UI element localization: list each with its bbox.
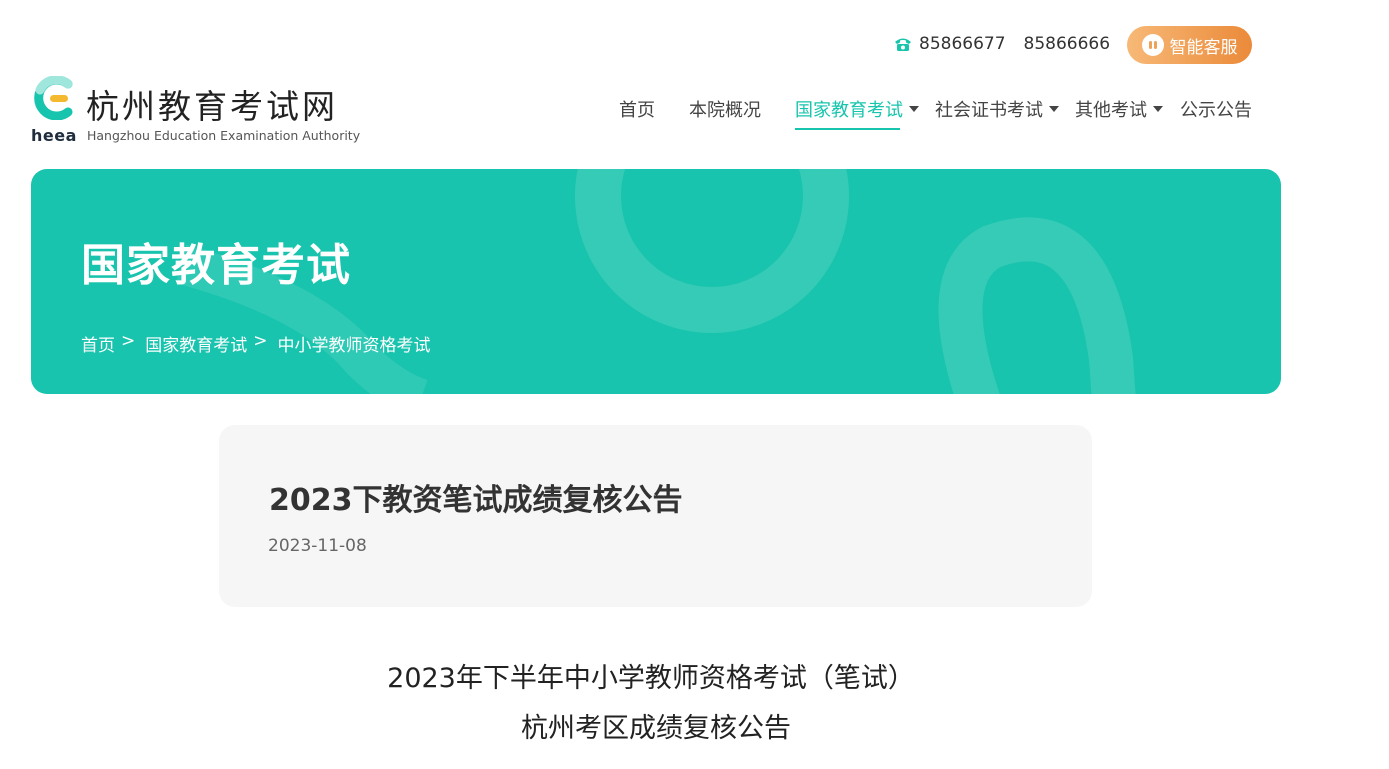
nav-item-label: 公示公告 [1180,100,1252,121]
caret-down-icon [909,106,919,112]
caret-down-icon [1049,106,1059,112]
nav-item-label: 其他考试 [1075,100,1147,121]
nav-item-home[interactable]: 首页 [619,96,655,122]
nav-item-label: 首页 [619,100,655,121]
active-underline [795,128,900,130]
top-contact-bar: 85866677 85866666 智能客服 [0,26,1389,66]
ai-customer-service-button[interactable]: 智能客服 [1127,26,1252,64]
nav-item-label: 国家教育考试 [795,100,903,121]
phone-icon [895,38,911,51]
nav-item-national-exams[interactable]: 国家教育考试 [795,96,919,130]
nav-item-announcements[interactable]: 公示公告 [1180,96,1252,122]
nav-item-certificate-exams[interactable]: 社会证书考试 [935,96,1059,122]
nav-item-about[interactable]: 本院概况 [689,96,761,122]
breadcrumb-separator: > [253,331,268,351]
logo-name-en: Hangzhou Education Examination Authority [87,128,361,143]
phone-group: 85866677 85866666 [893,34,1110,54]
main-nav: 首页 本院概况 国家教育考试 社会证书考试 其他考试 公示公告 [0,96,1389,130]
nav-item-label: 本院概况 [689,100,761,121]
breadcrumb-separator: > [121,331,136,351]
page-banner: 国家教育考试 首页 > 国家教育考试 > 中小学教师资格考试 [31,169,1281,394]
article-date: 2023-11-08 [268,536,367,556]
caret-down-icon [1153,106,1163,112]
breadcrumb-item-teacher-cert[interactable]: 中小学教师资格考试 [278,331,431,356]
breadcrumb-item-national-exams[interactable]: 国家教育考试 [145,331,247,356]
phone-number-2: 85866666 [1023,34,1111,54]
content-heading-line-2: 杭州考区成绩复核公告 [521,713,791,744]
nav-item-label: 社会证书考试 [935,100,1043,121]
article-title: 2023下教资笔试成绩复核公告 [269,483,683,518]
phone-number-1: 85866677 [919,34,1006,54]
ai-customer-service-label: 智能客服 [1169,37,1238,58]
nav-item-other-exams[interactable]: 其他考试 [1075,96,1163,122]
breadcrumb: 首页 > 国家教育考试 > 中小学教师资格考试 [81,331,431,356]
robot-icon [1141,34,1164,56]
breadcrumb-item-home[interactable]: 首页 [81,331,115,356]
page-title: 国家教育考试 [81,240,351,291]
content-heading-line-1: 2023年下半年中小学教师资格考试（笔试） [387,663,915,694]
article-header-card: 2023下教资笔试成绩复核公告 2023-11-08 [219,425,1092,607]
